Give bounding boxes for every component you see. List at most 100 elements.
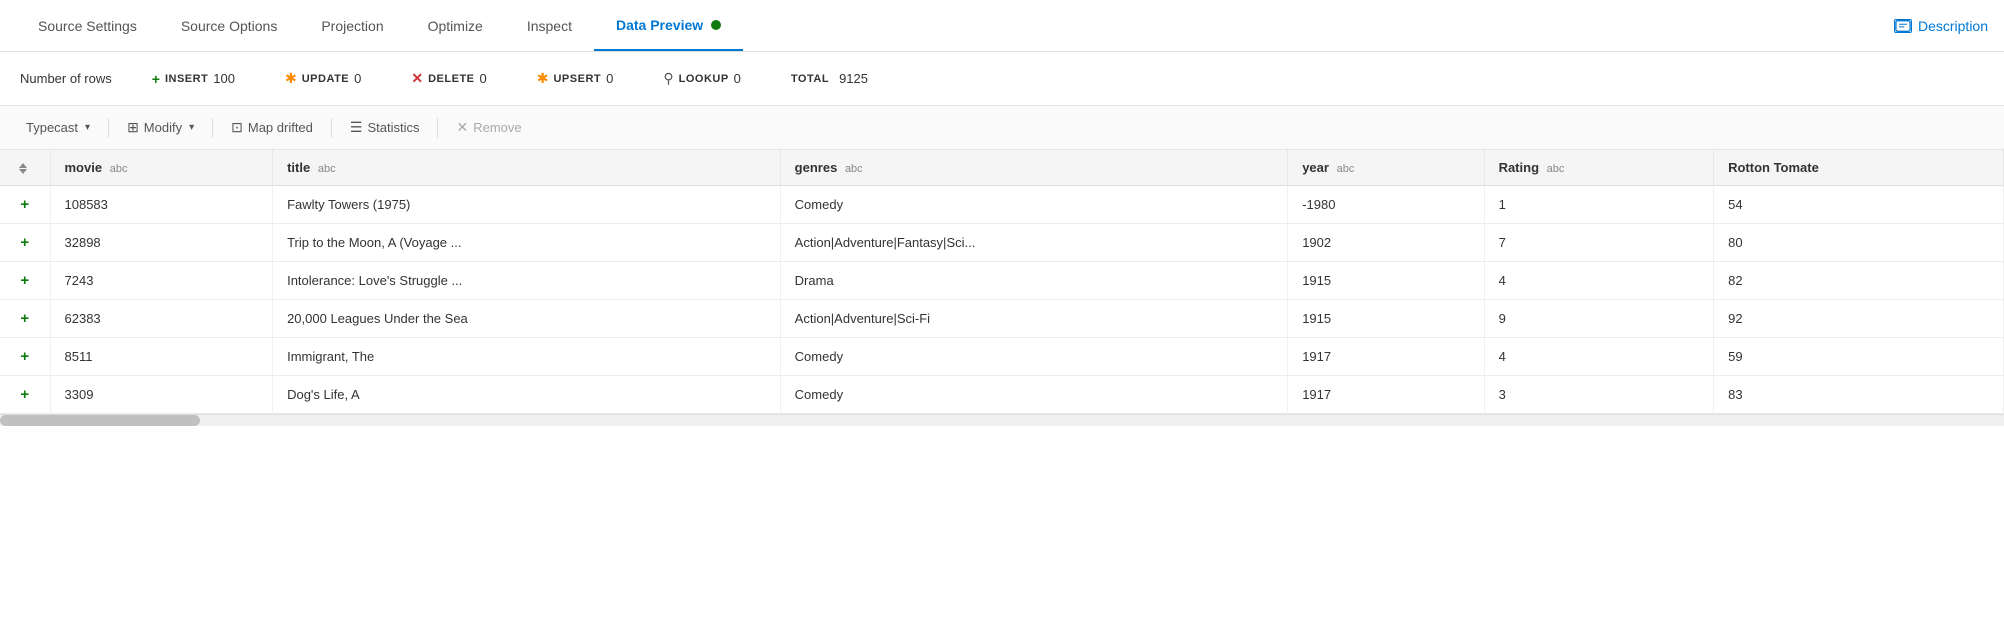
- col-genres-type: abc: [845, 163, 863, 175]
- col-header-genres[interactable]: genres abc: [780, 150, 1288, 186]
- horizontal-scrollbar[interactable]: [0, 414, 2004, 426]
- col-genres-label: genres: [795, 160, 838, 175]
- cell-year: 1915: [1288, 300, 1484, 338]
- update-icon: ✱: [285, 70, 297, 87]
- nav-projection[interactable]: Projection: [299, 0, 405, 51]
- cell-rating: 4: [1484, 262, 1714, 300]
- col-title-label: title: [287, 160, 310, 175]
- remove-label: Remove: [473, 120, 521, 135]
- total-key: TOTAL: [791, 73, 829, 85]
- delete-val: 0: [480, 71, 487, 86]
- statistics-button[interactable]: ☰ Statistics: [340, 115, 430, 140]
- cell-genres: Comedy: [780, 338, 1288, 376]
- cell-rating: 3: [1484, 376, 1714, 414]
- toolbar-divider-1: [108, 118, 109, 138]
- remove-icon: ✕: [456, 119, 468, 136]
- col-rating-type: abc: [1547, 163, 1565, 175]
- row-action-cell[interactable]: +: [0, 224, 50, 262]
- modify-icon: ⊞: [127, 119, 139, 136]
- stats-label: Number of rows: [20, 71, 112, 86]
- nav-inspect[interactable]: Inspect: [505, 0, 594, 51]
- table-row: +32898Trip to the Moon, A (Voyage ...Act…: [0, 224, 2004, 262]
- toolbar-divider-4: [437, 118, 438, 138]
- col-header-movie[interactable]: movie abc: [50, 150, 273, 186]
- description-button[interactable]: Description: [1894, 18, 1988, 34]
- update-key: UPDATE: [302, 73, 349, 85]
- cell-movie: 62383: [50, 300, 273, 338]
- cell-year: -1980: [1288, 186, 1484, 224]
- cell-rating: 9: [1484, 300, 1714, 338]
- cell-title: Dog's Life, A: [273, 376, 781, 414]
- modify-chevron-icon: ▾: [189, 122, 194, 133]
- col-header-rotten[interactable]: Rotton Tomate: [1714, 150, 2004, 186]
- remove-button[interactable]: ✕ Remove: [446, 115, 531, 140]
- stats-bar: Number of rows + INSERT 100 ✱ UPDATE 0 ✕…: [0, 52, 2004, 106]
- col-header-action: [0, 150, 50, 186]
- delete-icon: ✕: [411, 70, 423, 87]
- data-table: movie abc title abc genres abc year abc …: [0, 150, 2004, 414]
- upsert-stat: ✱ UPSERT 0: [537, 70, 614, 87]
- row-action-cell[interactable]: +: [0, 186, 50, 224]
- upsert-icon: ✱: [537, 70, 549, 87]
- nav-optimize[interactable]: Optimize: [406, 0, 505, 51]
- nav-source-options[interactable]: Source Options: [159, 0, 300, 51]
- sort-icon: [19, 163, 27, 174]
- lookup-stat: ⚲ LOOKUP 0: [663, 70, 741, 87]
- map-drifted-icon: ⊡: [231, 119, 243, 136]
- typecast-chevron-icon: ▾: [85, 122, 90, 133]
- cell-rotten: 83: [1714, 376, 2004, 414]
- col-title-type: abc: [318, 163, 336, 175]
- scroll-thumb[interactable]: [0, 415, 200, 426]
- total-stat: TOTAL 9125: [791, 71, 868, 86]
- toolbar-divider-2: [212, 118, 213, 138]
- cell-genres: Drama: [780, 262, 1288, 300]
- update-val: 0: [354, 71, 361, 86]
- cell-year: 1917: [1288, 338, 1484, 376]
- row-insert-icon: +: [20, 234, 29, 251]
- statistics-icon: ☰: [350, 119, 363, 136]
- col-header-year[interactable]: year abc: [1288, 150, 1484, 186]
- cell-rotten: 82: [1714, 262, 2004, 300]
- cell-title: Intolerance: Love's Struggle ...: [273, 262, 781, 300]
- modify-label: Modify: [144, 120, 182, 135]
- table-row: +7243Intolerance: Love's Struggle ...Dra…: [0, 262, 2004, 300]
- lookup-val: 0: [734, 71, 741, 86]
- row-insert-icon: +: [20, 348, 29, 365]
- row-insert-icon: +: [20, 310, 29, 327]
- nav-data-preview[interactable]: Data Preview: [594, 0, 743, 51]
- insert-val: 100: [213, 71, 235, 86]
- table-body: +108583Fawlty Towers (1975)Comedy-198015…: [0, 186, 2004, 414]
- cell-rating: 1: [1484, 186, 1714, 224]
- table-row: +3309Dog's Life, AComedy1917383: [0, 376, 2004, 414]
- col-rotten-label: Rotton Tomate: [1728, 160, 1819, 175]
- col-header-rating[interactable]: Rating abc: [1484, 150, 1714, 186]
- cell-year: 1902: [1288, 224, 1484, 262]
- cell-rating: 7: [1484, 224, 1714, 262]
- table-row: +108583Fawlty Towers (1975)Comedy-198015…: [0, 186, 2004, 224]
- cell-movie: 3309: [50, 376, 273, 414]
- row-insert-icon: +: [20, 272, 29, 289]
- cell-title: Trip to the Moon, A (Voyage ...: [273, 224, 781, 262]
- data-table-container: movie abc title abc genres abc year abc …: [0, 150, 2004, 414]
- lookup-key: LOOKUP: [679, 73, 729, 85]
- modify-button[interactable]: ⊞ Modify ▾: [117, 115, 204, 140]
- insert-stat: + INSERT 100: [152, 71, 235, 87]
- col-movie-label: movie: [65, 160, 103, 175]
- col-header-title[interactable]: title abc: [273, 150, 781, 186]
- nav-source-settings[interactable]: Source Settings: [16, 0, 159, 51]
- typecast-button[interactable]: Typecast ▾: [16, 116, 100, 139]
- row-insert-icon: +: [20, 386, 29, 403]
- cell-genres: Comedy: [780, 376, 1288, 414]
- map-drifted-button[interactable]: ⊡ Map drifted: [221, 115, 323, 140]
- cell-genres: Action|Adventure|Fantasy|Sci...: [780, 224, 1288, 262]
- row-action-cell[interactable]: +: [0, 376, 50, 414]
- row-action-cell[interactable]: +: [0, 300, 50, 338]
- statistics-label: Statistics: [367, 120, 419, 135]
- map-drifted-label: Map drifted: [248, 120, 313, 135]
- cell-title: Fawlty Towers (1975): [273, 186, 781, 224]
- upsert-key: UPSERT: [553, 73, 601, 85]
- upsert-val: 0: [606, 71, 613, 86]
- row-action-cell[interactable]: +: [0, 262, 50, 300]
- row-action-cell[interactable]: +: [0, 338, 50, 376]
- table-row: +6238320,000 Leagues Under the SeaAction…: [0, 300, 2004, 338]
